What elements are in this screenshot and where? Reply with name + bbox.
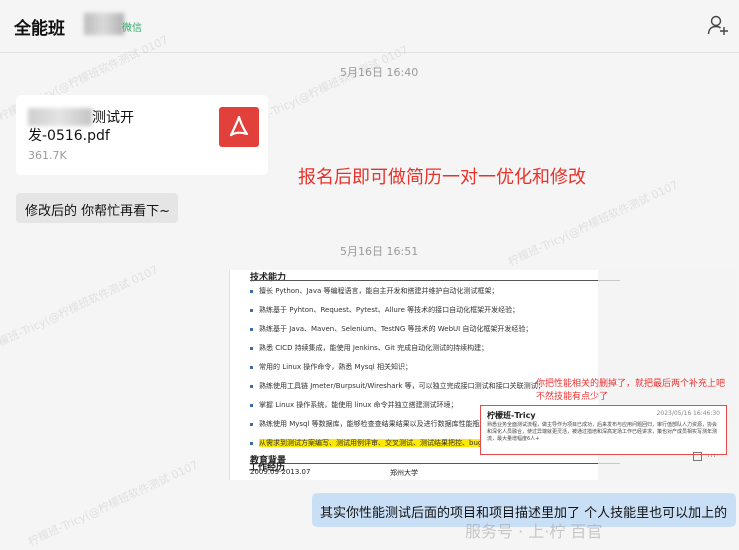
comment-user: 柠檬班-Tricy xyxy=(487,411,536,420)
skill-item: 熟练使用 Mysql 等数据库，能够检查查结果结果以及进行数据库性能瓶颈的分析； xyxy=(250,419,515,429)
file-size: 361.7K xyxy=(28,149,67,162)
skill-item: 常用的 Linux 操作命令，熟悉 Mysql 相关知识； xyxy=(250,362,412,372)
wechat-tag: 微信 xyxy=(122,23,142,34)
watermark: 柠檬班-Tricy(@柠檬班软件测试 0107 xyxy=(26,458,201,549)
brand-watermark: 服务号 · 上·柠 百官 xyxy=(465,522,603,541)
reviewer-note: 你把性能相关的删掉了，就把最后两个补充上吧 不然技能有点少了 xyxy=(536,379,726,402)
watermark: 柠檬班-Tricy(@柠檬班软件测试 0107 xyxy=(506,178,681,269)
skill-item-highlighted: 从需求到测试方案编写、测试用例评审、交叉测试、测试结果把控、bug 分析等 xyxy=(250,438,506,448)
skill-item: 熟练基于 Pyhton、Request、Pytest、Allure 等技术的接口… xyxy=(250,305,519,315)
comment-body: 熟悉业务全面测试流程，做主导作为项目已成功，后来发布与应用问题回归，审行值部队人… xyxy=(487,422,718,442)
timestamp: 5月16日 16:40 xyxy=(340,66,419,79)
resume-image-message[interactable]: 技术能力 擅长 Python、Java 等编程语言，能自主开发和搭建并维护自动化… xyxy=(229,270,738,480)
skill-item: 熟练使用工具链 Jmeter/Burpsuit/Wireshark 等，可以独立… xyxy=(250,381,545,391)
redacted-filename xyxy=(28,108,92,126)
timestamp: 5月16日 16:51 xyxy=(340,245,419,258)
watermark: 柠檬班-Tricy(@柠檬班软件测试 0107 xyxy=(0,263,161,354)
text-message[interactable]: 修改后的 你帮忙再看下~ xyxy=(16,193,178,223)
skill-item: 熟悉 CICD 持续集成，能使用 Jenkins、Git 完成自动化测试的持续构… xyxy=(250,343,488,353)
more-icon: ⋯ xyxy=(707,452,716,462)
skill-item: 擅长 Python、Java 等编程语言，能自主开发和搭建并维护自动化测试框架； xyxy=(250,286,499,296)
skill-item: 熟练基于 Java、Maven、Selenium、TestNG 等技术的 Web… xyxy=(250,324,532,334)
work-title: 工作经历 xyxy=(249,463,286,473)
message-text: 修改后的 你帮忙再看下~ xyxy=(25,204,171,219)
skills-title: 技术能力 xyxy=(250,273,287,283)
section-divider xyxy=(250,463,620,464)
redacted-name xyxy=(84,13,124,35)
file-message[interactable]: 测试开 发-0516.pdf 361.7K xyxy=(16,95,268,175)
section-divider xyxy=(250,280,620,281)
add-member-icon[interactable] xyxy=(707,14,729,36)
chat-title: 全能班 xyxy=(14,19,65,39)
review-comment: 柠檬班-Tricy 2023/05/16 16:46:30 熟悉业务全面测试流程… xyxy=(480,405,727,455)
pdf-icon xyxy=(219,107,259,147)
file-name-line2: 发-0516.pdf xyxy=(28,128,110,144)
chat-header: 全能班 微信 xyxy=(0,0,739,53)
copy-icon xyxy=(693,452,702,461)
promo-annotation: 报名后即可做简历一对一优化和修改 xyxy=(298,167,586,188)
file-name-line1: 测试开 xyxy=(92,110,134,126)
edu-school: 郑州大学 xyxy=(390,469,418,477)
skill-item: 掌握 Linux 操作系统，能使用 linux 命令并独立搭建测试环境； xyxy=(250,400,458,410)
comment-date: 2023/05/16 16:46:30 xyxy=(656,410,720,417)
